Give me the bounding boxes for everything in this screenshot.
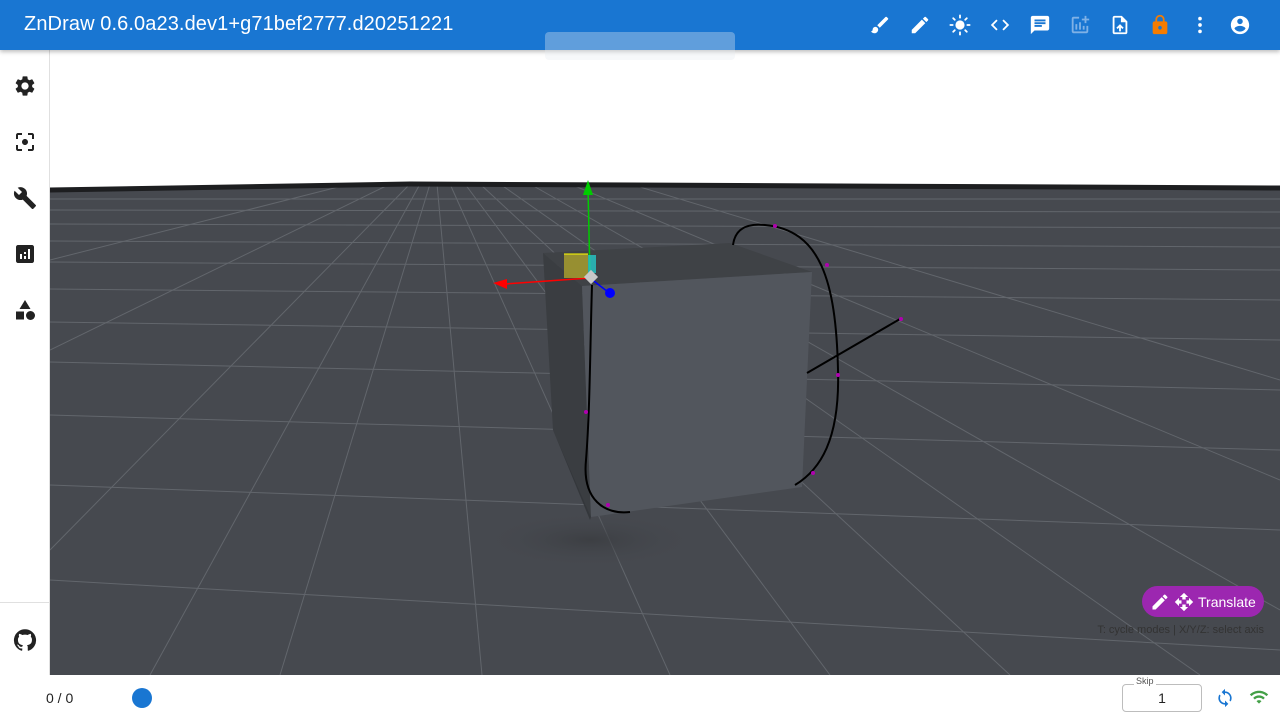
- sync-icon: [1218, 688, 1232, 708]
- wrench-icon: [13, 187, 36, 209]
- keyboard-hint: T: cycle modes | X/Y/Z: select axis: [1097, 624, 1264, 636]
- brightness-icon: [949, 14, 971, 36]
- sidebar-item-selection[interactable]: [13, 130, 37, 154]
- fading-notification: [545, 32, 735, 60]
- app-title: ZnDraw 0.6.0a23.dev1+g71bef2777.d2025122…: [24, 13, 454, 35]
- lock-button[interactable]: [1144, 9, 1176, 41]
- code-button[interactable]: [984, 9, 1016, 41]
- frame-counter: 0 / 0: [46, 690, 74, 706]
- github-icon: [13, 629, 37, 651]
- mode-label: Translate: [1198, 593, 1256, 610]
- more-vert-icon: [1198, 16, 1202, 34]
- draw-button[interactable]: [904, 9, 936, 41]
- sidebar: [0, 50, 50, 675]
- upload-button[interactable]: [1104, 9, 1136, 41]
- cube-shadow: [480, 512, 700, 568]
- frame-slider-thumb[interactable]: [132, 688, 152, 708]
- pencil-icon: [911, 16, 929, 34]
- lock-icon: [1152, 14, 1168, 35]
- github-link[interactable]: [13, 628, 37, 652]
- skip-input[interactable]: [1123, 687, 1201, 709]
- theme-button[interactable]: [944, 9, 976, 41]
- center-focus-icon: [16, 133, 34, 151]
- sidebar-item-settings[interactable]: [13, 74, 37, 98]
- add-chart-icon: [1071, 15, 1090, 34]
- sidebar-divider: [0, 602, 50, 603]
- analytics-icon: [16, 245, 34, 263]
- sidebar-item-analysis[interactable]: [13, 242, 37, 266]
- gear-icon: [15, 76, 35, 96]
- account-button[interactable]: [1224, 9, 1256, 41]
- add-chart-button[interactable]: [1064, 9, 1096, 41]
- chat-button[interactable]: [1024, 9, 1056, 41]
- move-arrows-icon: [1174, 592, 1194, 611]
- brush-icon: [870, 16, 889, 34]
- upload-file-icon: [1112, 15, 1128, 35]
- shapes-icon: [16, 300, 35, 320]
- 3d-viewport[interactable]: [50, 50, 1280, 675]
- brush-button[interactable]: [864, 9, 896, 41]
- more-button[interactable]: [1184, 9, 1216, 41]
- sync-button[interactable]: [1215, 688, 1235, 708]
- pencil-icon: [1152, 593, 1168, 609]
- player-bar: 0 / 0 Skip: [0, 675, 1280, 720]
- account-circle-icon: [1230, 15, 1250, 35]
- sidebar-item-modifiers[interactable]: [13, 186, 37, 210]
- skip-label: Skip: [1134, 676, 1156, 686]
- sidebar-item-geometries[interactable]: [13, 298, 37, 322]
- scene-canvas[interactable]: [50, 50, 1280, 675]
- wifi-icon: [1249, 690, 1269, 704]
- cube-front-face: [582, 272, 812, 517]
- code-icon: [990, 19, 1010, 31]
- connection-status: [1249, 687, 1269, 707]
- chat-icon: [1030, 15, 1050, 35]
- mode-chip-translate[interactable]: Translate: [1142, 586, 1264, 617]
- toolbar: [864, 9, 1256, 41]
